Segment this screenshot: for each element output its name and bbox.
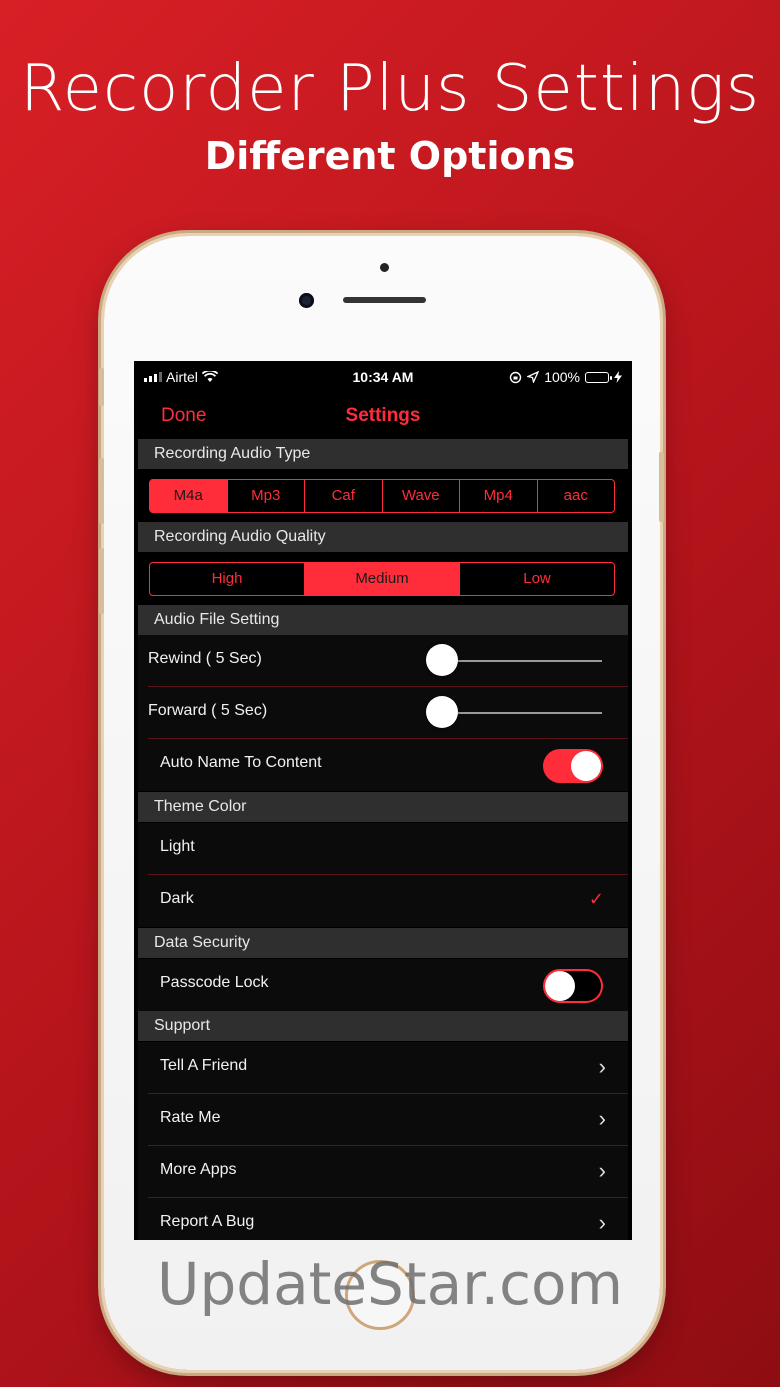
front-camera: [299, 293, 314, 308]
section-header-theme: Theme Color: [138, 792, 628, 822]
theme-light-row[interactable]: Light: [138, 823, 628, 875]
proximity-sensor: [380, 263, 389, 272]
support-item-label: Rate Me: [160, 1109, 221, 1126]
support-item-report-a-bug[interactable]: Report A Bug ›: [138, 1198, 628, 1240]
section-header-support: Support: [138, 1011, 628, 1041]
passcode-toggle[interactable]: [543, 969, 603, 1003]
passcode-label: Passcode Lock: [160, 974, 269, 991]
page-title: Settings: [345, 405, 421, 426]
support-item-label: Report A Bug: [160, 1213, 255, 1230]
toggle-knob: [545, 971, 575, 1001]
quality-high[interactable]: High: [150, 563, 305, 595]
phone-screen: Airtel 10:34 AM 100% Done Settings Recor…: [134, 361, 632, 1240]
rotation-lock-icon: [509, 371, 522, 383]
chevron-right-icon: ›: [598, 1158, 606, 1183]
power-button: [659, 452, 664, 522]
chevron-right-icon: ›: [598, 1106, 606, 1131]
forward-slider-handle[interactable]: [426, 696, 458, 728]
charging-icon: [614, 371, 622, 383]
audio-quality-segmented-control: High Medium Low: [149, 562, 615, 596]
forward-label: Forward ( 5 Sec): [148, 702, 268, 719]
toggle-knob: [571, 751, 601, 781]
status-bar: Airtel 10:34 AM 100%: [134, 361, 632, 393]
status-right: 100%: [509, 369, 622, 385]
section-header-audio-quality: Recording Audio Quality: [138, 522, 628, 552]
support-item-label: Tell A Friend: [160, 1057, 248, 1074]
promo-title: Recorder Plus Settings: [19, 52, 761, 126]
support-item-label: More Apps: [160, 1161, 237, 1178]
audio-type-mp4[interactable]: Mp4: [460, 480, 538, 512]
forward-slider-track[interactable]: [434, 712, 602, 714]
mute-switch: [99, 368, 104, 406]
auto-name-row: Auto Name To Content: [138, 739, 628, 791]
location-icon: [527, 371, 540, 383]
quality-low[interactable]: Low: [460, 563, 614, 595]
forward-row: Forward ( 5 Sec): [138, 687, 628, 739]
rewind-label: Rewind ( 5 Sec): [148, 650, 262, 667]
battery-percent: 100%: [544, 369, 580, 385]
volume-up-button: [99, 458, 104, 524]
rewind-row: Rewind ( 5 Sec): [138, 635, 628, 687]
rewind-slider-track[interactable]: [434, 660, 602, 662]
section-header-file-setting: Audio File Setting: [138, 605, 628, 635]
promo-subtitle: Different Options: [204, 134, 576, 178]
chevron-right-icon: ›: [598, 1210, 606, 1235]
audio-type-segmented-control: M4a Mp3 Caf Wave Mp4 aac: [149, 479, 615, 513]
audio-type-caf[interactable]: Caf: [305, 480, 383, 512]
auto-name-toggle[interactable]: [543, 749, 603, 783]
audio-type-wave[interactable]: Wave: [383, 480, 460, 512]
support-item-more-apps[interactable]: More Apps ›: [138, 1146, 628, 1198]
volume-down-button: [99, 548, 104, 614]
passcode-row: Passcode Lock: [138, 959, 628, 1011]
earpiece-speaker: [343, 297, 426, 303]
support-item-rate-me[interactable]: Rate Me ›: [138, 1094, 628, 1146]
theme-dark-label: Dark: [160, 890, 194, 907]
section-header-security: Data Security: [138, 928, 628, 958]
rewind-slider-handle[interactable]: [426, 644, 458, 676]
chevron-right-icon: ›: [598, 1054, 606, 1079]
audio-type-aac[interactable]: aac: [538, 480, 615, 512]
audio-type-m4a[interactable]: M4a: [150, 480, 228, 512]
theme-light-label: Light: [160, 838, 195, 855]
battery-icon: [585, 371, 612, 383]
audio-type-mp3[interactable]: Mp3: [228, 480, 305, 512]
theme-dark-row[interactable]: Dark ✓: [138, 875, 628, 927]
watermark: UpdateStar.com: [157, 1250, 623, 1318]
checkmark-icon: ✓: [588, 889, 604, 909]
quality-medium[interactable]: Medium: [305, 563, 460, 595]
nav-bar: Done Settings: [134, 393, 632, 441]
section-header-audio-type: Recording Audio Type: [138, 439, 628, 469]
auto-name-label: Auto Name To Content: [160, 754, 322, 771]
support-item-tell-a-friend[interactable]: Tell A Friend ›: [138, 1042, 628, 1094]
